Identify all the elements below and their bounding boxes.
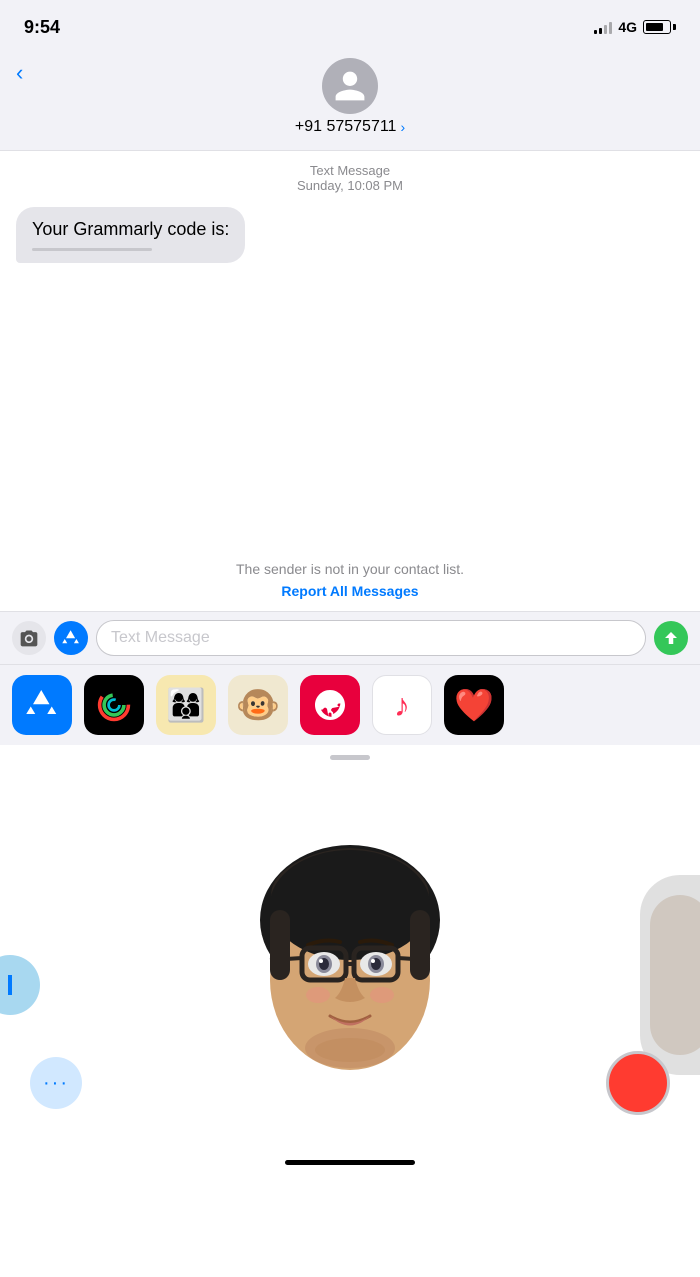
message-time-label: Sunday, 10:08 PM [16, 178, 684, 193]
sender-notice: The sender is not in your contact list. … [0, 531, 700, 611]
status-time: 9:54 [24, 17, 60, 38]
tray-fitness[interactable]: ❤️ [444, 675, 504, 735]
status-icons: 4G [594, 19, 676, 35]
tray-music[interactable]: ♪ [372, 675, 432, 735]
message-type-label: Text Message [16, 163, 684, 178]
text-input-placeholder: Text Message [111, 629, 210, 647]
message-bubble: Your Grammarly code is: [16, 207, 245, 263]
record-button[interactable] [606, 1051, 670, 1115]
chevron-icon: › [400, 119, 405, 135]
tray-fitness-emoji: ❤️ [454, 686, 494, 724]
tray-appstore-icon [24, 687, 60, 723]
contact-name[interactable]: +91 57575711 › [295, 118, 405, 136]
drag-handle[interactable] [330, 755, 370, 760]
tray-websearch-icon [312, 687, 348, 723]
tray-monkey-emoji: 🐵 [236, 687, 281, 723]
person-icon [332, 68, 368, 104]
back-button[interactable]: ‹ [16, 60, 23, 86]
more-icon: ··· [43, 1072, 69, 1095]
tray-memoji[interactable]: 👩‍👩‍👦 [156, 675, 216, 735]
input-bar: Text Message [0, 611, 700, 664]
redacted-line [32, 248, 152, 251]
appstore-small-button[interactable] [54, 621, 88, 655]
bottom-controls: ··· [0, 1051, 700, 1115]
report-link[interactable]: Report All Messages [20, 583, 680, 599]
side-blue-line [8, 975, 12, 995]
send-button[interactable] [654, 621, 688, 655]
message-meta: Text Message Sunday, 10:08 PM [16, 163, 684, 193]
network-label: 4G [618, 19, 637, 35]
signal-icon [594, 20, 612, 34]
more-button[interactable]: ··· [30, 1057, 82, 1109]
camera-icon [19, 628, 39, 648]
nav-header: ‹ +91 57575711 › [0, 50, 700, 151]
tray-appstore[interactable] [12, 675, 72, 735]
battery-icon [643, 20, 676, 34]
message-area: Text Message Sunday, 10:08 PM Your Gramm… [0, 151, 700, 531]
tray-activity-icon [96, 687, 132, 723]
app-tray: 👩‍👩‍👦 🐵 ♪ ❤️ [0, 664, 700, 745]
tray-memoji-emoji: 👩‍👩‍👦 [166, 689, 206, 721]
status-bar: 9:54 4G [0, 0, 700, 50]
side-face-right [640, 875, 700, 1075]
tray-music-emoji: ♪ [394, 687, 410, 724]
tray-activity[interactable] [84, 675, 144, 735]
send-icon [662, 629, 680, 647]
appstore-small-icon [61, 628, 81, 648]
contact-avatar [322, 58, 378, 114]
notice-text: The sender is not in your contact list. [20, 561, 680, 577]
memoji-panel: ··· [0, 745, 700, 1175]
message-text: Your Grammarly code is: [32, 219, 229, 240]
tray-monkey[interactable]: 🐵 [228, 675, 288, 735]
home-indicator [285, 1160, 415, 1165]
text-input[interactable]: Text Message [96, 620, 646, 656]
messages-section: Text Message Sunday, 10:08 PM Your Gramm… [0, 151, 700, 611]
tray-websearch[interactable] [300, 675, 360, 735]
camera-button[interactable] [12, 621, 46, 655]
